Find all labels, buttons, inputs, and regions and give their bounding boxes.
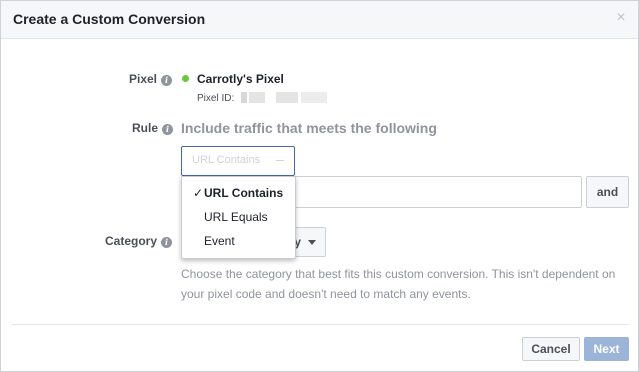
pixel-id-redacted [301,92,327,103]
next-button[interactable]: Next [584,337,629,361]
rule-type-value: URL Contains [192,154,261,166]
rule-type-menu: ✓ URL Contains URL Equals Event [181,176,296,259]
menu-item-label: Event [204,234,235,248]
menu-item-event[interactable]: Event [182,229,295,253]
menu-item-url-equals[interactable]: URL Equals [182,205,295,229]
pixel-label: Pixel [129,72,158,86]
pixel-id-redacted [276,92,298,103]
footer-divider [12,324,629,325]
rule-label: Rule [132,121,159,135]
info-icon[interactable]: i [161,75,173,86]
pixel-id-redacted [241,92,247,103]
menu-item-label: URL Equals [204,210,268,224]
rule-type-select[interactable]: URL Contains [181,146,295,176]
chevron-down-icon [276,160,284,161]
close-icon[interactable]: × [614,10,628,26]
dialog-header: Create a Custom Conversion × [1,1,638,39]
custom-conversion-dialog: Create a Custom Conversion × Pixel i Carr… [0,0,639,372]
pixel-id-redacted [249,92,265,103]
cancel-button[interactable]: Cancel [522,337,580,361]
info-icon[interactable]: i [162,124,174,135]
category-field-label: Category i [105,234,173,248]
info-icon[interactable]: i [161,237,173,248]
rule-description: Include traffic that meets the following [181,120,437,136]
and-button[interactable]: and [586,176,629,208]
menu-item-label: URL Contains [204,186,284,200]
dialog-title: Create a Custom Conversion [13,11,206,27]
menu-item-url-contains[interactable]: ✓ URL Contains [182,181,295,205]
category-help-text: Choose the category that best fits this … [181,267,616,301]
pixel-name: Carrotly's Pixel [197,72,284,86]
rule-field-label: Rule i [132,121,174,135]
dropdown-arrow-icon [308,240,316,245]
pixel-id-label: Pixel ID: [197,93,235,104]
category-label: Category [105,234,158,248]
pixel-status-dot [182,75,189,82]
pixel-field-label: Pixel i [129,72,173,86]
checkmark-icon: ✓ [193,186,204,200]
